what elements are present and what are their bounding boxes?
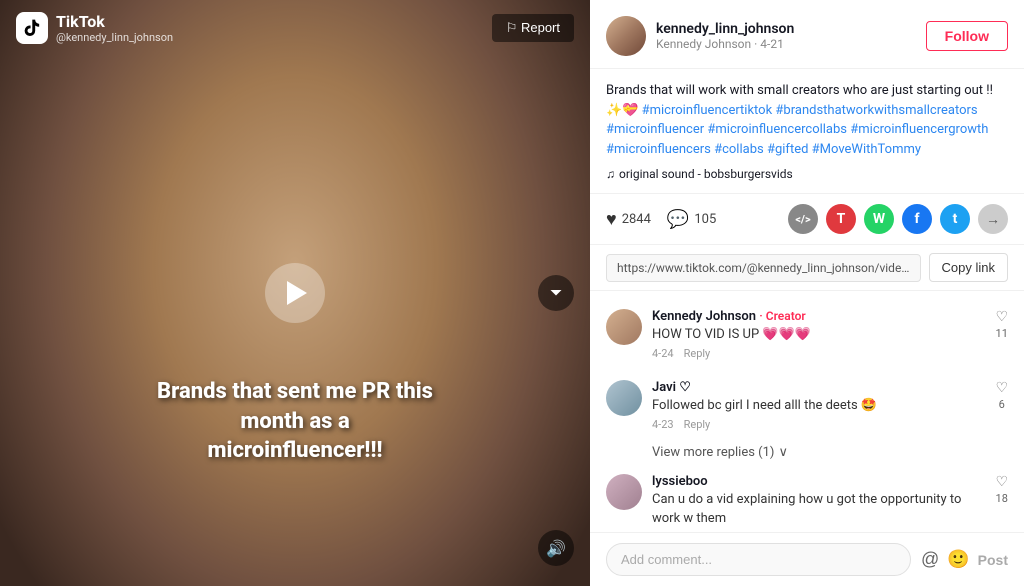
video-header: TikTok @kennedy_linn_johnson ⚐ Report xyxy=(0,0,590,56)
like-count: 2844 xyxy=(622,212,651,227)
like-icon: ♡ xyxy=(995,309,1008,325)
like-count: 18 xyxy=(996,492,1008,505)
user-subinfo: Kennedy Johnson · 4-21 xyxy=(656,37,916,51)
comment-reply[interactable]: Reply xyxy=(684,418,711,431)
tiktok-handle: @kennedy_linn_johnson xyxy=(56,31,173,44)
post-link: https://www.tiktok.com/@kennedy_linn_joh… xyxy=(606,254,921,282)
tiktok-share-button[interactable]: T xyxy=(826,204,856,234)
right-panel: kennedy_linn_johnson Kennedy Johnson · 4… xyxy=(590,0,1024,586)
comments-section: Kennedy Johnson · Creator HOW TO VID IS … xyxy=(590,291,1024,532)
comment-input[interactable] xyxy=(606,543,911,576)
comment-body: Kennedy Johnson · Creator HOW TO VID IS … xyxy=(652,309,985,360)
comment-date: 4-24 xyxy=(652,347,674,360)
comment-avatar xyxy=(606,380,642,416)
comment-item: lyssieboo Can u do a vid explaining how … xyxy=(590,464,1024,532)
comment-like[interactable]: ♡ 6 xyxy=(995,380,1008,431)
comment-text: Can u do a vid explaining how u got the … xyxy=(652,491,985,527)
play-button[interactable] xyxy=(265,263,325,323)
tiktok-text-area: TikTok @kennedy_linn_johnson xyxy=(56,12,173,44)
hashtag[interactable]: #MoveWithTommy xyxy=(812,142,921,157)
comment-date: 4-23 xyxy=(652,418,674,431)
post-meta: kennedy_linn_johnson Kennedy Johnson · 4… xyxy=(656,21,916,51)
username[interactable]: kennedy_linn_johnson xyxy=(656,21,916,37)
comment-item: Javi ♡ Followed bc girl I need alll the … xyxy=(590,370,1024,441)
at-mention-button[interactable]: @ xyxy=(921,549,939,570)
like-count: 11 xyxy=(996,327,1008,340)
post-date: · 4-21 xyxy=(754,37,784,51)
hashtag[interactable]: #gifted xyxy=(767,142,808,157)
tiktok-app-title: TikTok xyxy=(56,12,173,31)
post-actions: ♥ 2844 💬 105 </> T W f t → xyxy=(590,194,1024,245)
hashtag[interactable]: #microinfluencergrowth xyxy=(850,122,988,137)
hashtag[interactable]: #microinfluencertiktok xyxy=(642,103,773,118)
comment-avatar xyxy=(606,474,642,510)
comment-reply[interactable]: Reply xyxy=(684,347,711,360)
scroll-down-button[interactable] xyxy=(538,275,574,311)
link-bar: https://www.tiktok.com/@kennedy_linn_joh… xyxy=(590,245,1024,291)
view-more-text: View more replies (1) xyxy=(652,445,774,460)
video-panel: TikTok @kennedy_linn_johnson ⚐ Report Br… xyxy=(0,0,590,586)
like-icon: ♡ xyxy=(995,380,1008,396)
music-icon: ♫ xyxy=(606,167,615,181)
comment-avatar xyxy=(606,309,642,345)
facebook-share-button[interactable]: f xyxy=(902,204,932,234)
post-description: Brands that will work with small creator… xyxy=(606,81,1008,159)
comment-username: Javi ♡ xyxy=(652,380,985,395)
embed-button[interactable]: </> xyxy=(788,204,818,234)
tiktok-logo-area: TikTok @kennedy_linn_johnson xyxy=(16,12,173,44)
comment-body: Javi ♡ Followed bc girl I need alll the … xyxy=(652,380,985,431)
comment-body: lyssieboo Can u do a vid explaining how … xyxy=(652,474,985,532)
comment-actions: @ 🙂 Post xyxy=(921,549,1008,570)
hashtag[interactable]: #brandsthatworkwithsmallcreators xyxy=(775,103,977,118)
comment-meta: 4-23 Reply xyxy=(652,418,985,431)
post-sound[interactable]: ♫ original sound - bobsburgersvids xyxy=(606,167,1008,181)
comment-text: Followed bc girl I need alll the deets 🤩 xyxy=(652,397,985,415)
copy-link-button[interactable]: Copy link xyxy=(929,253,1008,282)
like-icon: ♡ xyxy=(995,474,1008,490)
comment-action[interactable]: 💬 105 xyxy=(667,209,716,230)
post-comment-button[interactable]: Post xyxy=(978,552,1008,568)
whatsapp-share-button[interactable]: W xyxy=(864,204,894,234)
comment-item: Kennedy Johnson · Creator HOW TO VID IS … xyxy=(590,299,1024,370)
like-count: 6 xyxy=(999,398,1005,411)
emoji-button[interactable]: 🙂 xyxy=(947,549,969,570)
volume-button[interactable]: 🔊 xyxy=(538,530,574,566)
hashtag[interactable]: #collabs xyxy=(714,142,764,157)
comment-meta: 4-24 Reply xyxy=(652,347,985,360)
hashtag[interactable]: #microinfluencercollabs xyxy=(707,122,847,137)
like-action[interactable]: ♥ 2844 xyxy=(606,209,651,230)
user-avatar xyxy=(606,16,646,56)
comment-like[interactable]: ♡ 11 xyxy=(995,309,1008,360)
comment-username: lyssieboo xyxy=(652,474,985,489)
chevron-down-icon: ∨ xyxy=(778,445,788,460)
tiktok-app-icon xyxy=(16,12,48,44)
comment-input-bar: @ 🙂 Post xyxy=(590,532,1024,586)
follow-button[interactable]: Follow xyxy=(926,21,1008,51)
heart-icon: ♥ xyxy=(606,209,617,230)
hashtag[interactable]: #microinfluencer xyxy=(606,122,704,137)
comment-username: Kennedy Johnson · Creator xyxy=(652,309,985,324)
comment-count: 105 xyxy=(694,212,716,227)
comment-like[interactable]: ♡ 18 xyxy=(995,474,1008,532)
sound-name: original sound - bobsburgersvids xyxy=(619,167,793,181)
post-header: kennedy_linn_johnson Kennedy Johnson · 4… xyxy=(590,0,1024,69)
post-content: Brands that will work with small creator… xyxy=(590,69,1024,194)
report-button[interactable]: ⚐ Report xyxy=(492,14,574,42)
more-share-button[interactable]: → xyxy=(978,204,1008,234)
creator-badge: · Creator xyxy=(759,309,805,323)
share-icons: </> T W f t → xyxy=(788,204,1008,234)
display-name: Kennedy Johnson xyxy=(656,37,751,51)
comment-icon: 💬 xyxy=(667,209,689,230)
avatar-image xyxy=(606,16,646,56)
video-overlay-text: Brands that sent me PR this month as a m… xyxy=(155,377,435,466)
twitter-share-button[interactable]: t xyxy=(940,204,970,234)
hashtag[interactable]: #microinfluencers xyxy=(606,142,711,157)
view-more-replies[interactable]: View more replies (1) ∨ xyxy=(590,441,1024,464)
comment-text: HOW TO VID IS UP 💗💗💗 xyxy=(652,326,985,344)
